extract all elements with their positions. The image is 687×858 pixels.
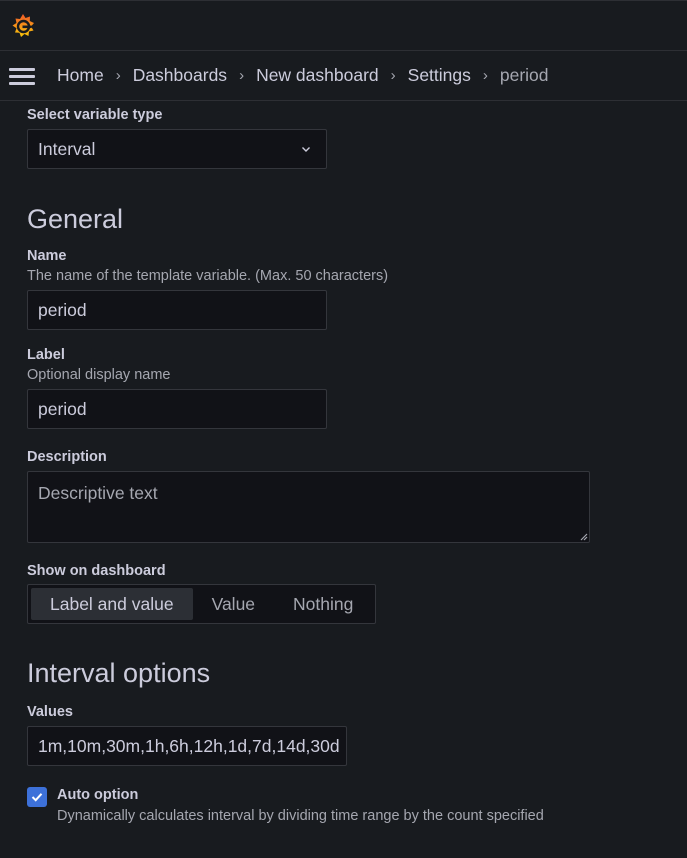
checkmark-icon: [31, 793, 43, 802]
description-textarea[interactable]: Descriptive text: [27, 471, 590, 543]
breadcrumb-dashboards[interactable]: Dashboards: [133, 65, 227, 86]
auto-option-row: Auto option Dynamically calculates inter…: [27, 787, 667, 824]
radio-label-and-value[interactable]: Label and value: [31, 588, 193, 620]
breadcrumb-separator: ›: [115, 67, 121, 84]
variable-type-select[interactable]: Interval: [27, 129, 327, 169]
description-placeholder: Descriptive text: [38, 483, 158, 503]
resize-handle-icon[interactable]: [578, 531, 588, 541]
variable-type-label: Select variable type: [27, 107, 163, 123]
breadcrumb-home[interactable]: Home: [57, 65, 104, 86]
auto-option-label: Auto option: [57, 787, 139, 803]
grafana-logo-icon[interactable]: [8, 11, 38, 41]
breadcrumb-separator: ›: [390, 67, 396, 84]
name-label: Name: [27, 248, 67, 264]
values-input[interactable]: 1m,10m,30m,1h,6h,12h,1d,7d,14d,30d: [27, 726, 347, 766]
show-on-dashboard-label: Show on dashboard: [27, 563, 166, 579]
name-input[interactable]: period: [27, 290, 327, 330]
breadcrumb-settings[interactable]: Settings: [408, 65, 471, 86]
interval-options-section-title: Interval options: [27, 658, 211, 688]
variable-type-value: Interval: [38, 138, 96, 159]
top-bar: [0, 0, 687, 51]
breadcrumb-separator: ›: [239, 67, 245, 84]
radio-value[interactable]: Value: [193, 588, 274, 620]
general-section-title: General: [27, 204, 124, 234]
label-description: Optional display name: [27, 367, 171, 383]
show-on-dashboard-radio-group: Label and value Value Nothing: [27, 584, 377, 624]
breadcrumb: Home › Dashboards › New dashboard › Sett…: [57, 65, 549, 86]
breadcrumb-bar: Home › Dashboards › New dashboard › Sett…: [0, 51, 687, 101]
breadcrumb-separator: ›: [482, 67, 488, 84]
auto-option-checkbox[interactable]: [27, 787, 47, 807]
label-label: Label: [27, 347, 65, 363]
variable-editor: Select variable type Interval General Na…: [27, 101, 667, 824]
hamburger-menu-icon[interactable]: [8, 66, 36, 86]
label-input[interactable]: period: [27, 389, 327, 429]
chevron-down-icon: [302, 147, 310, 152]
values-label: Values: [27, 704, 73, 720]
radio-nothing[interactable]: Nothing: [274, 588, 372, 620]
breadcrumb-new-dashboard[interactable]: New dashboard: [256, 65, 379, 86]
auto-option-description: Dynamically calculates interval by divid…: [57, 808, 544, 824]
name-description: The name of the template variable. (Max.…: [27, 268, 389, 284]
breadcrumb-current: period: [499, 65, 549, 85]
description-label: Description: [27, 449, 107, 465]
